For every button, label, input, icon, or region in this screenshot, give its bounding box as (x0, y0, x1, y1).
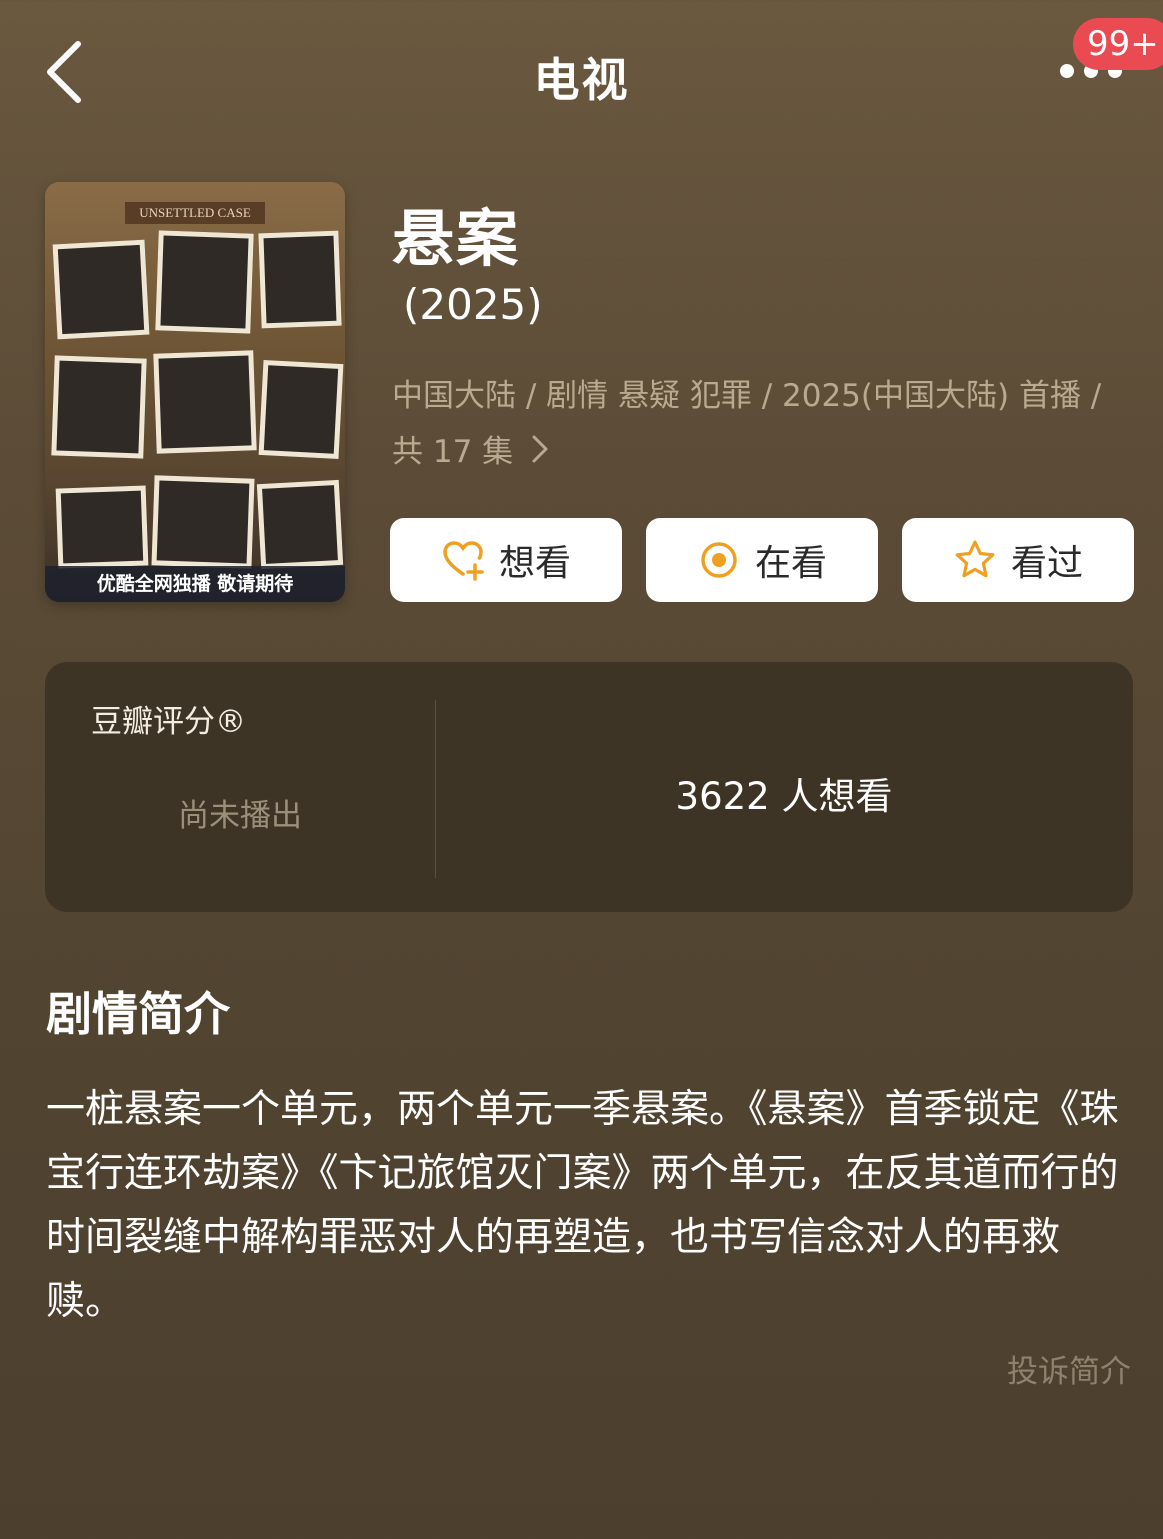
want-to-watch-button[interactable]: 想看 (390, 518, 622, 602)
heart-plus-icon (443, 541, 484, 581)
watching-label: 在看 (754, 543, 827, 584)
rating-status: 尚未播出 (178, 798, 302, 834)
watching-button[interactable]: 在看 (646, 518, 878, 602)
target-icon (701, 542, 737, 578)
show-year: (2025) (403, 280, 543, 329)
poster-strip: 优酷全网独播 敬请期待 (45, 566, 345, 602)
show-title: 悬案 (392, 202, 521, 275)
meta-line: 中国大陆 / 剧情 悬疑 犯罪 / 2025(中国大陆) 首播 / (392, 378, 1102, 414)
synopsis-title: 剧情简介 (46, 987, 230, 1041)
poster-image[interactable]: UNSETTLED CASE 优酷全网独播 敬请期待 (45, 182, 345, 602)
chevron-right-icon (531, 426, 549, 482)
page-title: 电视 (533, 53, 630, 107)
show-meta[interactable]: 中国大陆 / 剧情 悬疑 犯罪 / 2025(中国大陆) 首播 / 共 17 集 (392, 368, 1142, 482)
notification-badge: 99+ (1073, 18, 1163, 70)
synopsis-text: 一桩悬案一个单元，两个单元一季悬案。《悬案》首季锁定《珠宝行连环劫案》《卞记旅馆… (46, 1087, 1119, 1324)
episode-count: 共 17 集 (392, 434, 514, 470)
poster-label: UNSETTLED CASE (125, 202, 265, 224)
watched-label: 看过 (1010, 543, 1083, 584)
watched-button[interactable]: 看过 (902, 518, 1134, 602)
rating-label: 豆瓣评分® (91, 704, 246, 740)
action-buttons: 想看 在看 看过 (390, 518, 1135, 602)
want-count: 3622 人想看 (675, 775, 893, 818)
nav-bar: 电视 99+ (0, 0, 1163, 140)
star-icon (955, 540, 995, 578)
want-to-watch-label: 想看 (498, 543, 571, 584)
rating-card[interactable]: 豆瓣评分® 尚未播出 3622 人想看 (45, 662, 1133, 912)
complain-link[interactable]: 投诉简介 (1007, 1346, 1131, 1391)
